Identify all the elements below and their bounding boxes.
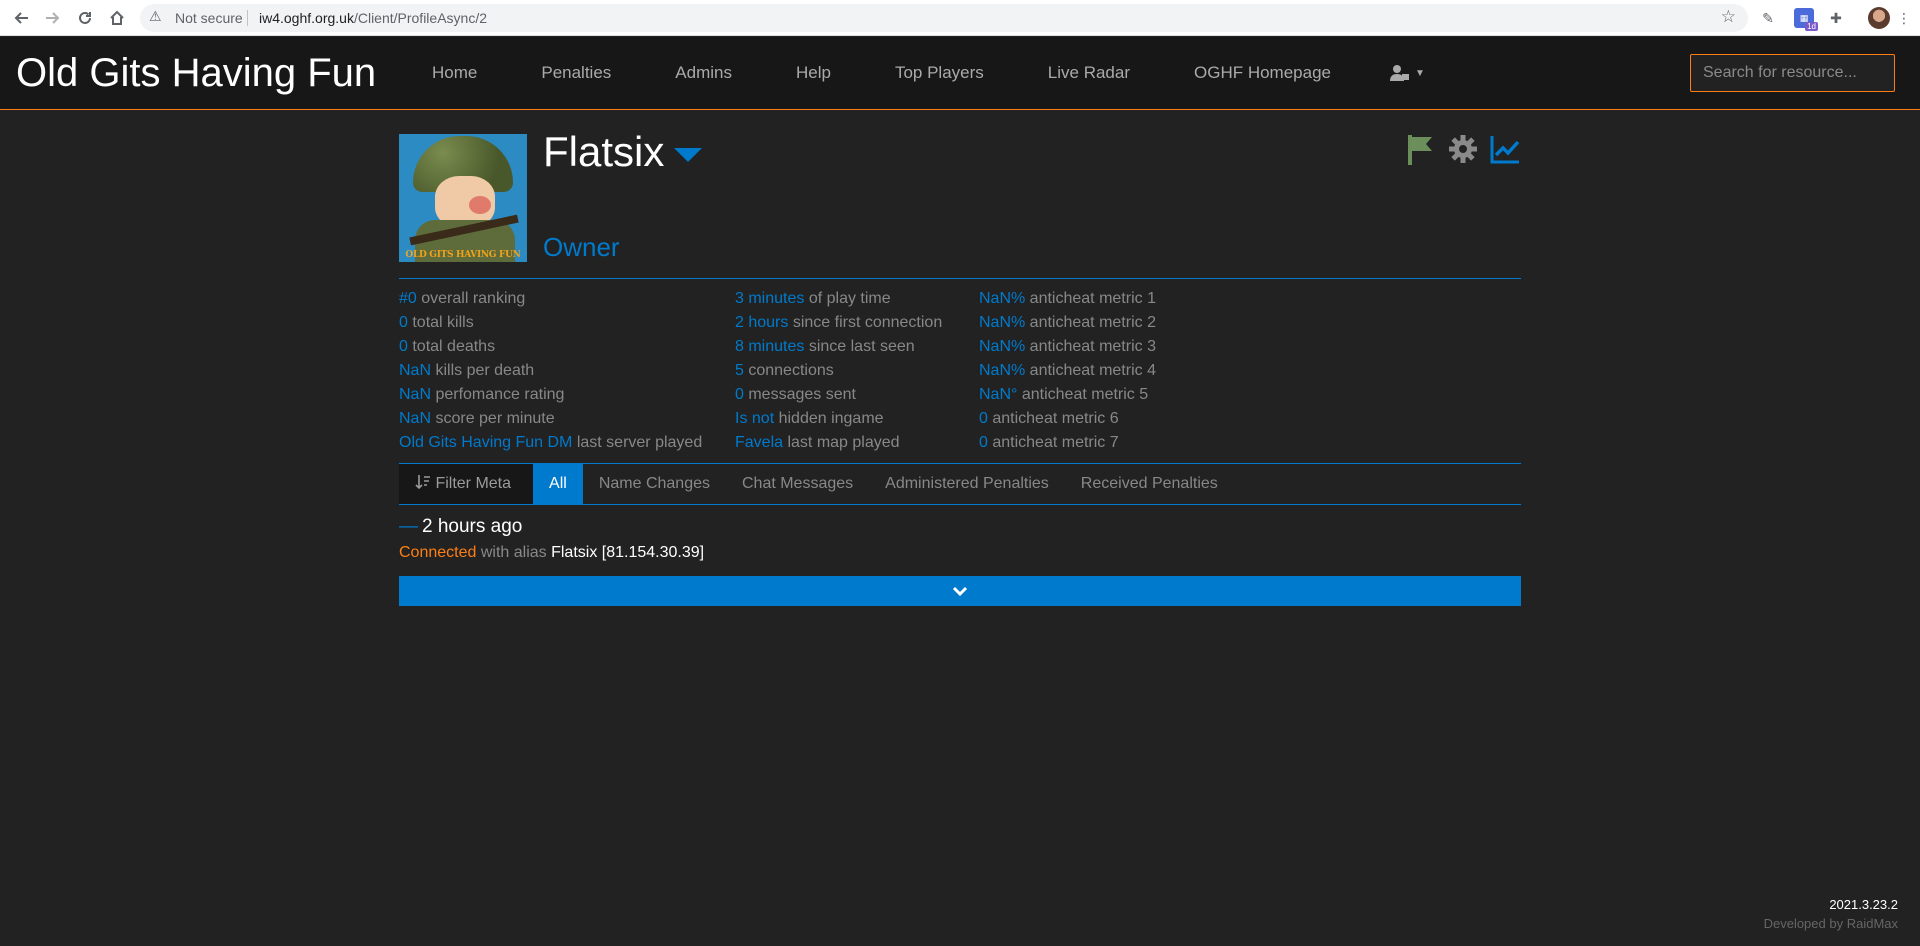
- tab-received-penalties[interactable]: Received Penalties: [1065, 464, 1234, 504]
- stat-anticheat-3: NaN% anticheat metric 3: [979, 338, 1156, 355]
- stat-total-kills: 0 total kills: [399, 314, 474, 331]
- nav-live-radar[interactable]: Live Radar: [1016, 63, 1162, 83]
- extension-edit-icon[interactable]: ✎: [1758, 8, 1778, 28]
- stat-kdr: NaN kills per death: [399, 362, 535, 379]
- stats-column-3: NaN% anticheat metric 1 NaN% anticheat m…: [979, 287, 1156, 455]
- chart-line-icon[interactable]: [1489, 132, 1521, 166]
- browser-toolbar: ⚠ Not secure iw4.oghf.org.uk/Client/Prof…: [0, 0, 1920, 36]
- event-description: Connected with alias Flatsix [81.154.30.…: [399, 544, 704, 562]
- stat-anticheat-7: 0 anticheat metric 7: [979, 434, 1119, 451]
- browser-profile-avatar[interactable]: [1868, 7, 1890, 29]
- gear-icon[interactable]: [1447, 132, 1479, 166]
- nav-help[interactable]: Help: [764, 63, 863, 83]
- stat-hidden: Is not hidden ingame: [735, 410, 884, 427]
- stats-column-2: 3 minutes of play time 2 hours since fir…: [735, 287, 942, 455]
- site-navbar: Old Gits Having Fun Home Penalties Admin…: [0, 37, 1920, 110]
- stat-anticheat-1: NaN% anticheat metric 1: [979, 290, 1156, 307]
- version-label: 2021.3.23.2: [1829, 897, 1898, 912]
- player-level: Owner: [543, 232, 620, 262]
- stat-play-time: 3 minutes of play time: [735, 290, 891, 307]
- flag-icon[interactable]: [1405, 132, 1437, 166]
- url-host: iw4.oghf.org.uk: [259, 10, 354, 26]
- kebab-menu-icon[interactable]: ⋮: [1894, 8, 1914, 28]
- stat-spm: NaN score per minute: [399, 410, 555, 427]
- nav-oghf-homepage[interactable]: OGHF Homepage: [1162, 63, 1363, 83]
- event-keyword: Connected: [399, 544, 477, 561]
- url-path: /Client/ProfileAsync/2: [353, 10, 488, 26]
- puzzle-icon[interactable]: ✚: [1826, 8, 1846, 28]
- player-name-row: Flatsix: [543, 128, 703, 176]
- url-text: iw4.oghf.org.uk/Client/ProfileAsync/2: [259, 10, 487, 26]
- bookmark-star-icon[interactable]: ☆: [1721, 7, 1736, 27]
- brand-title[interactable]: Old Gits Having Fun: [16, 51, 376, 96]
- warning-icon: ⚠: [149, 8, 162, 24]
- tab-all[interactable]: All: [533, 464, 583, 504]
- nav-penalties[interactable]: Penalties: [509, 63, 643, 83]
- profile-actions: [1405, 132, 1521, 166]
- stat-anticheat-5: NaN° anticheat metric 5: [979, 386, 1149, 403]
- load-more-button[interactable]: [399, 576, 1521, 606]
- stat-overall-ranking: #0 overall ranking: [399, 290, 526, 307]
- user-lock-icon: [1390, 65, 1409, 81]
- event-time: 2 hours ago: [422, 516, 523, 537]
- home-icon[interactable]: [106, 7, 128, 29]
- event-alias: Flatsix [81.154.30.39]: [551, 544, 705, 561]
- stat-anticheat-2: NaN% anticheat metric 2: [979, 314, 1156, 331]
- tab-name-changes[interactable]: Name Changes: [583, 464, 726, 504]
- omnibox-divider: [247, 10, 248, 26]
- event-dash: —: [399, 516, 418, 537]
- stat-performance: NaN perfomance rating: [399, 386, 565, 403]
- stat-anticheat-4: NaN% anticheat metric 4: [979, 362, 1156, 379]
- stat-total-deaths: 0 total deaths: [399, 338, 496, 355]
- avatar-caption: OLD GITS HAVING FUN: [405, 250, 521, 260]
- stat-messages: 0 messages sent: [735, 386, 856, 403]
- stat-last-seen: 8 minutes since last seen: [735, 338, 915, 355]
- filter-meta-label: Filter Meta: [435, 475, 512, 492]
- back-icon[interactable]: [10, 7, 32, 29]
- meta-tabs: Filter Meta All Name Changes Chat Messag…: [399, 463, 1521, 505]
- stat-connections: 5 connections: [735, 362, 834, 379]
- profile-divider: [399, 278, 1521, 279]
- stat-first-connection: 2 hours since first connection: [735, 314, 943, 331]
- address-bar[interactable]: ⚠ Not secure iw4.oghf.org.uk/Client/Prof…: [140, 4, 1748, 32]
- calendar-extension-icon[interactable]: ▦ 1d: [1794, 8, 1818, 31]
- stat-anticheat-6: 0 anticheat metric 6: [979, 410, 1119, 427]
- tab-administered-penalties[interactable]: Administered Penalties: [869, 464, 1065, 504]
- user-menu-dropdown[interactable]: ▼: [1363, 64, 1451, 82]
- security-label: Not secure: [175, 10, 243, 26]
- nav-top-players[interactable]: Top Players: [863, 63, 1016, 83]
- nav-links: Home Penalties Admins Help Top Players L…: [400, 37, 1451, 109]
- forward-icon[interactable]: [42, 7, 64, 29]
- event-text: with alias: [476, 544, 552, 561]
- alias-dropdown-caret-icon[interactable]: [674, 148, 703, 162]
- stat-last-server: Old Gits Having Fun DM last server playe…: [399, 434, 703, 451]
- tab-chat-messages[interactable]: Chat Messages: [726, 464, 869, 504]
- footer: 2021.3.23.2 Developed by RaidMax: [1764, 896, 1898, 934]
- extension-badge: 1d: [1805, 22, 1818, 31]
- event-time-heading: —2 hours ago: [399, 516, 522, 538]
- stat-last-map: Favela last map played: [735, 434, 900, 451]
- developer-credit: Developed by RaidMax: [1763, 916, 1898, 931]
- reload-icon[interactable]: [74, 7, 96, 29]
- filter-meta-button[interactable]: Filter Meta: [399, 464, 534, 504]
- player-avatar: OLD GITS HAVING FUN: [399, 134, 527, 262]
- chevron-down-icon: ▼: [1415, 67, 1425, 79]
- player-name: Flatsix: [543, 128, 665, 175]
- nav-home[interactable]: Home: [400, 63, 509, 83]
- search-input[interactable]: [1690, 54, 1895, 92]
- sort-filter-icon: [415, 475, 430, 490]
- chevron-down-icon: [952, 586, 968, 597]
- stats-column-1: #0 overall ranking 0 total kills 0 total…: [399, 287, 702, 455]
- nav-admins[interactable]: Admins: [643, 63, 764, 83]
